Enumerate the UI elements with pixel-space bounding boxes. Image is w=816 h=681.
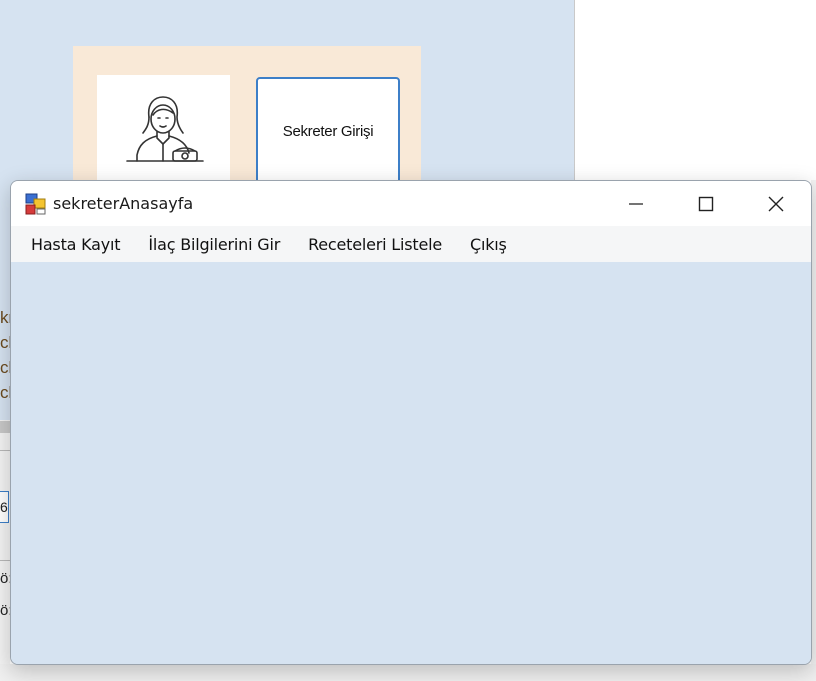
background-strip-left — [0, 420, 10, 681]
window-title: sekreterAnasayfa — [53, 194, 194, 213]
minimize-button[interactable] — [601, 181, 671, 226]
close-icon — [768, 196, 784, 211]
background-bottom-area — [0, 664, 816, 681]
background-divider — [0, 450, 10, 451]
background-input: 6 — [0, 491, 9, 523]
menu-item-patient-registration[interactable]: Hasta Kayıt — [21, 226, 130, 262]
client-area — [11, 262, 811, 664]
secretary-icon — [126, 96, 204, 162]
title-bar[interactable]: sekreterAnasayfa — [11, 181, 811, 226]
background-divider — [0, 560, 10, 561]
background-text-fragment: ö: — [0, 602, 10, 619]
maximize-button[interactable] — [671, 181, 741, 226]
background-text-fragment: kr — [0, 308, 10, 327]
background-text-fragment: ch — [0, 333, 10, 352]
minimize-icon — [629, 202, 643, 205]
background-text-fragment: ch — [0, 358, 10, 377]
background-text-fragment: ö: — [0, 570, 10, 587]
window-controls — [601, 181, 811, 226]
maximize-icon — [698, 196, 714, 211]
background-text-fragment: ch — [0, 383, 10, 402]
background-input-value: 6 — [0, 499, 8, 515]
menu-item-exit[interactable]: Çıkış — [460, 226, 517, 262]
app-icon — [25, 193, 46, 214]
close-button[interactable] — [741, 181, 811, 226]
secretary-login-button[interactable]: Sekreter Girişi — [256, 77, 400, 197]
background-scrollbar — [0, 421, 10, 433]
menu-item-list-prescriptions[interactable]: Receteleri Listele — [298, 226, 452, 262]
secretary-home-window: sekreterAnasayfa Hasta Kayıt İlaç Bilgil… — [10, 180, 812, 665]
menu-item-enter-drug-info[interactable]: İlaç Bilgilerini Gir — [138, 226, 290, 262]
secretary-picture — [97, 75, 230, 195]
menu-bar: Hasta Kayıt İlaç Bilgilerini Gir Recetel… — [11, 226, 811, 262]
